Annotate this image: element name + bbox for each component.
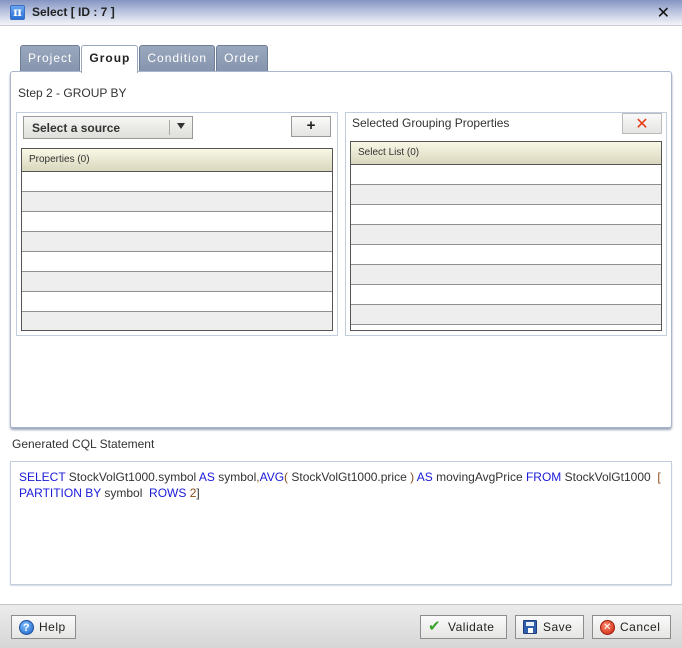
properties-row[interactable] bbox=[22, 192, 332, 212]
dialog-footer: ? Help ✔ Validate Save ✕ Cancel bbox=[0, 604, 682, 648]
tab-project[interactable]: Project bbox=[20, 45, 81, 72]
select-list-row[interactable] bbox=[351, 245, 661, 265]
select-list-row[interactable] bbox=[351, 225, 661, 245]
cql-keyword: SELECT bbox=[19, 470, 66, 484]
cql-text bbox=[661, 470, 664, 484]
cql-keyword: AVG bbox=[259, 470, 285, 484]
select-separator bbox=[169, 120, 170, 135]
cql-label: Generated CQL Statement bbox=[12, 437, 155, 451]
cql-text: ] bbox=[196, 486, 200, 500]
cql-text: StockVolGt1000.price bbox=[288, 470, 411, 484]
properties-row[interactable] bbox=[22, 312, 332, 330]
selected-grouping-title: Selected Grouping Properties bbox=[352, 116, 510, 130]
select-list-row[interactable] bbox=[351, 265, 661, 285]
select-list-grid: Select List (0) bbox=[350, 141, 662, 331]
tab-condition[interactable]: Condition bbox=[139, 45, 216, 72]
help-icon: ? bbox=[19, 620, 34, 635]
properties-row[interactable] bbox=[22, 272, 332, 292]
cql-text: symbol bbox=[214, 470, 257, 484]
cql-keyword: ROWS bbox=[149, 486, 187, 500]
properties-row[interactable] bbox=[22, 172, 332, 192]
red-x-icon: ✕ bbox=[635, 114, 649, 133]
properties-row[interactable] bbox=[22, 292, 332, 312]
properties-row[interactable] bbox=[22, 232, 332, 252]
select-list-row[interactable] bbox=[351, 205, 661, 225]
select-list-row[interactable] bbox=[351, 185, 661, 205]
cql-keyword: FROM bbox=[525, 470, 562, 484]
selected-grouping-panel: Selected Grouping Properties ✕ Select Li… bbox=[345, 112, 667, 336]
select-list-grid-header: Select List (0) bbox=[351, 142, 661, 165]
select-list-row[interactable] bbox=[351, 305, 661, 325]
cql-keyword: PARTITION BY bbox=[19, 486, 102, 500]
properties-grid: Properties (0) bbox=[21, 148, 333, 331]
select-list-row[interactable] bbox=[351, 165, 661, 185]
help-button[interactable]: ? Help bbox=[11, 615, 76, 639]
properties-row[interactable] bbox=[22, 252, 332, 272]
floppy-disk-icon bbox=[523, 620, 537, 634]
source-select-label: Select a source bbox=[32, 121, 121, 135]
close-icon[interactable]: ✕ bbox=[657, 3, 670, 23]
tab-group[interactable]: Group bbox=[81, 45, 139, 73]
cql-keyword: AS bbox=[416, 470, 433, 484]
step-label: Step 2 - GROUP BY bbox=[18, 86, 127, 100]
properties-row[interactable] bbox=[22, 212, 332, 232]
cql-text: StockVolGt1000 bbox=[561, 470, 658, 484]
select-list-row[interactable] bbox=[351, 285, 661, 305]
cql-text: StockVolGt1000.symbol bbox=[65, 470, 199, 484]
select-list-row[interactable] bbox=[351, 325, 661, 330]
tab-bar: Project Group Condition Order bbox=[20, 45, 269, 73]
tab-order[interactable]: Order bbox=[216, 45, 268, 72]
validate-button[interactable]: ✔ Validate bbox=[420, 615, 507, 639]
cql-keyword: AS bbox=[198, 470, 215, 484]
cql-statement: SELECT StockVolGt1000.symbol AS symbol,A… bbox=[10, 461, 672, 585]
source-select[interactable]: Select a source bbox=[23, 116, 193, 139]
properties-grid-header: Properties (0) bbox=[22, 149, 332, 172]
checkmark-icon: ✔ bbox=[428, 618, 442, 635]
cql-text: movingAvgPrice bbox=[432, 470, 526, 484]
add-property-button[interactable]: + bbox=[291, 116, 331, 137]
save-label: Save bbox=[543, 620, 573, 634]
cancel-icon: ✕ bbox=[600, 620, 615, 635]
window-title: Select [ ID : 7 ] bbox=[32, 5, 115, 19]
cancel-label: Cancel bbox=[620, 620, 661, 634]
validate-label: Validate bbox=[448, 620, 495, 634]
help-label: Help bbox=[39, 620, 66, 634]
save-button[interactable]: Save bbox=[515, 615, 584, 639]
source-properties-panel: Select a source + Properties (0) bbox=[16, 112, 338, 336]
pi-icon: π bbox=[10, 5, 25, 20]
group-by-panel: Step 2 - GROUP BY Select a source + Prop… bbox=[10, 71, 672, 428]
cancel-button[interactable]: ✕ Cancel bbox=[592, 615, 671, 639]
title-bar: π Select [ ID : 7 ] ✕ bbox=[0, 0, 682, 26]
cql-text: symbol bbox=[101, 486, 150, 500]
chevron-down-icon bbox=[177, 123, 185, 129]
remove-property-button[interactable]: ✕ bbox=[622, 113, 662, 134]
